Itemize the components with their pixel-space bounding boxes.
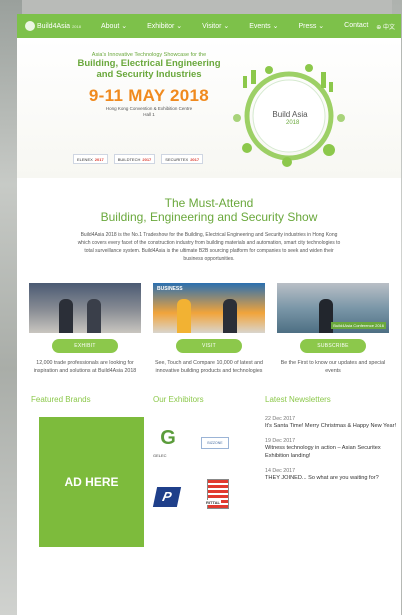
newsletter-title[interactable]: Witness technology in action – Asian Sec… [265,444,397,460]
logo-year: 2018 [72,23,81,29]
logo-text: Build4Asia [37,22,71,30]
our-exhibitors: Our Exhibitors G GELEC BIZZONE P RITTAL [139,383,257,509]
partner-year: 2017 [142,156,152,162]
partner-name: ELENEX [77,156,93,162]
person-figure [87,299,101,333]
newsletters-title: Latest Newsletters [265,395,331,404]
rittal-logo-caption: RITTAL [205,500,221,505]
partner-logo-buildtech[interactable]: BUILDTECH 2017 [113,154,156,164]
visit-text: See, Touch and Compare 10,000 of latest … [155,360,263,374]
website-page: Build4Asia 2018 About ⌄ Exhibitor ⌄ Visi… [17,14,401,615]
person-figure [223,299,237,333]
card-visit: BUSINESS VISIT See, Touch and Compare 10… [153,283,265,375]
cta-cards: EXHIBIT 12,000 trade professionals are l… [17,283,401,375]
intro-title-line2: Building, Engineering and Security Show [100,210,318,224]
card-exhibit: EXHIBIT 12,000 trade professionals are l… [29,283,141,375]
newsletter-title[interactable]: THEY JOINED... So what are you waiting f… [265,474,397,482]
featured-brands-title: Featured Brands [31,395,91,404]
partner-logo-elenex[interactable]: ELENEX 2017 [73,154,108,164]
top-nav: Build4Asia 2018 About ⌄ Exhibitor ⌄ Visi… [17,14,401,38]
hero-title-line2: and Security Industries [96,69,202,80]
nav-about[interactable]: About ⌄ [101,22,127,30]
visit-photo-tag: BUSINESS [157,286,183,292]
visit-button[interactable]: VISIT [176,339,242,353]
intro-heading: The Must-Attend Building, Engineering an… [17,196,401,225]
partner-logos: ELENEX 2017 BUILDTECH 2017 SECURITEX 201… [73,154,204,164]
nav-events[interactable]: Events ⌄ [249,22,278,30]
nav-contact[interactable]: Contact [344,22,368,30]
partner-year: 2017 [94,156,104,162]
hero-title-line1: Building, Electrical Engineering [77,58,221,69]
newsletter-item[interactable]: 19 Dec 2017 Witness technology in action… [265,438,397,460]
exhibit-text: 12,000 trade professionals are looking f… [33,360,137,374]
conference-badge: Build4Asia Conference 2016 [331,322,386,329]
nav-exhibitor[interactable]: Exhibitor ⌄ [147,22,182,30]
globe-logo-year: 2018 [286,120,300,126]
site-logo[interactable]: Build4Asia 2018 [23,21,101,31]
partner-name: SECURITEX [165,156,189,162]
visit-photo: BUSINESS [153,283,265,333]
newsletter-title[interactable]: It's Santa Time! Merry Christmas & Happy… [265,422,397,430]
newsletter-list: 22 Dec 2017 It's Santa Time! Merry Chris… [257,416,401,482]
hero-dates: 9-11 MAY 2018 [88,86,210,105]
bottom-section: Featured Brands Our Exhibitors G GELEC B… [17,383,401,547]
gelec-logo[interactable]: G [157,427,179,450]
nav-visitor[interactable]: Visitor ⌄ [202,22,229,30]
intro-title-line1: The Must-Attend [164,196,254,210]
gelec-logo-caption: GELEC [153,453,167,458]
person-figure [59,299,73,333]
leaf-logo-icon [25,21,35,31]
card-subscribe: Build4Asia Conference 2016 SUBSCRIBE Be … [277,283,389,375]
exhibit-button[interactable]: EXHIBIT [52,339,118,353]
bizzone-logo[interactable]: BIZZONE [201,437,229,449]
hero-banner: Asia's Innovative Technology Showcase fo… [17,38,401,178]
language-switch[interactable]: ⊕ 中文 [376,22,395,31]
nav-menu: About ⌄ Exhibitor ⌄ Visitor ⌄ Events ⌄ P… [101,22,376,30]
subscribe-button[interactable]: SUBSCRIBE [300,339,366,353]
ad-placeholder[interactable]: AD HERE [39,417,144,547]
newsletter-item[interactable]: 22 Dec 2017 It's Santa Time! Merry Chris… [265,416,397,430]
exhibit-photo [29,283,141,333]
partner-year: 2017 [190,156,200,162]
exhibitors-title: Our Exhibitors [153,395,204,404]
nav-press[interactable]: Press ⌄ [298,22,324,30]
partner-logo-securitex[interactable]: SECURITEX 2017 [161,154,204,164]
person-figure [177,299,191,333]
hero-text: Asia's Innovative Technology Showcase fo… [69,52,229,118]
subscribe-text: Be the First to know our updates and spe… [280,360,386,374]
globe-logo-text: Build Asia [272,110,308,119]
hero-venue-hall: Hall 1 [143,112,155,117]
latest-newsletters: Latest Newsletters 22 Dec 2017 It's Sant… [257,383,401,490]
newsletter-item[interactable]: 14 Dec 2017 THEY JOINED... So what are y… [265,468,397,482]
subscribe-photo: Build4Asia Conference 2016 [277,283,389,333]
intro-paragraph: Build4Asia 2018 is the No.1 Tradeshow fo… [77,232,341,262]
p-brand-logo[interactable]: P [152,487,182,507]
partner-name: BUILDTECH [117,156,141,162]
